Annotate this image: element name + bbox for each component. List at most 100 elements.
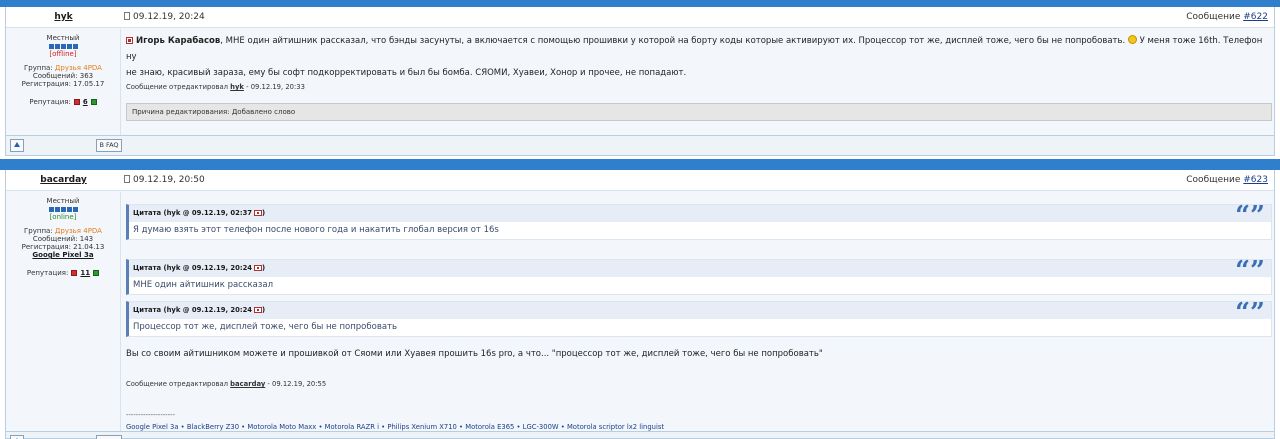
author-messages: Сообщений: 143 — [32, 235, 94, 243]
quote-mark-icon: “” — [1235, 201, 1265, 231]
rep-value[interactable]: 6 — [83, 98, 88, 106]
addressee[interactable]: Игорь Карабасов — [136, 36, 220, 46]
quote-header-text: Цитата (hyk @ 09.12.19, 02:37 — [133, 209, 253, 217]
rank-square-icon — [54, 207, 60, 212]
quote-text: Я думаю взять этот телефон после нового … — [133, 225, 499, 235]
author-name[interactable]: bacarday — [6, 170, 121, 191]
quote-header: Цитата (hyk @ 09.12.19, 20:24) — [129, 302, 1271, 319]
post-date-text: 09.12.19, 20:24 — [133, 12, 205, 22]
rank-square-icon — [66, 207, 72, 212]
author-rank: Местный — [46, 34, 80, 42]
post-number: Сообщение #622 — [1186, 7, 1268, 28]
post-date: 09.12.19, 20:50 — [124, 170, 205, 191]
author-group: Группа: Друзья 4PDA — [6, 64, 120, 72]
edited-by[interactable]: hyk — [230, 83, 244, 91]
quote-block: Цитата (hyk @ 09.12.19, 20:24) МНЕ один … — [126, 256, 1272, 295]
author-sidebar: Местный [online] Группа: Друзья 4PDA Соо… — [6, 192, 121, 431]
edited-prefix: Сообщение отредактировал — [126, 380, 231, 388]
post-623: bacarday 09.12.19, 20:50 Сообщение #623 … — [5, 170, 1275, 432]
rep-plus-icon[interactable] — [90, 99, 97, 105]
quote-header-close: ) — [262, 264, 266, 272]
status-badge: [online] — [49, 213, 77, 221]
rep-minus-icon[interactable] — [73, 99, 80, 105]
smile-icon — [1127, 35, 1137, 44]
quote-block: Цитата (hyk @ 09.12.19, 02:37) Я думаю в… — [126, 201, 1272, 240]
post-header: hyk 09.12.19, 20:24 Сообщение #622 — [6, 7, 1274, 28]
rank-square-icon — [60, 207, 66, 212]
edited-by[interactable]: bacarday — [230, 380, 265, 388]
rank-square-icon — [72, 207, 78, 212]
reputation-label: Репутация: — [29, 98, 71, 106]
rank-square-icon — [60, 44, 66, 49]
reply-text: Вы со своим айтишником можете и прошивко… — [126, 349, 823, 359]
author-name[interactable]: hyk — [6, 7, 121, 28]
edit-reason: Причина редактирования: Добавлено слово — [126, 103, 1272, 121]
post-text: Игорь Карабасов, МНЕ один айтишник расск… — [126, 33, 1270, 81]
document-icon — [124, 175, 130, 183]
quote-header: Цитата (hyk @ 09.12.19, 02:37) — [129, 205, 1271, 222]
author-messages: Сообщений: 363 — [32, 72, 94, 80]
edited-suffix: - 09.12.19, 20:33 — [243, 83, 305, 91]
author-registration: Регистрация: 17.05.17 — [21, 80, 105, 88]
edited-prefix: Сообщение отредактировал — [126, 83, 231, 91]
post-number-label: Сообщение — [1186, 12, 1244, 22]
rank-square-icon — [72, 44, 78, 49]
post-body: Цитата (hyk @ 09.12.19, 02:37) Я думаю в… — [126, 192, 1272, 431]
quote-header-text: Цитата (hyk @ 09.12.19, 20:24 — [133, 264, 253, 272]
faq-button[interactable]: В FAQ — [96, 139, 122, 152]
edited-note: Сообщение отредактировал hyk - 09.12.19,… — [126, 79, 305, 95]
rank-squares — [6, 43, 120, 50]
rep-value[interactable]: 11 — [80, 269, 90, 277]
quote-block: Цитата (hyk @ 09.12.19, 20:24) Процессор… — [126, 298, 1272, 337]
quote-header-close: ) — [262, 306, 266, 314]
scroll-up-button[interactable] — [10, 139, 24, 152]
rep-minus-icon[interactable] — [71, 270, 78, 276]
quote-link-icon[interactable] — [254, 210, 263, 216]
post-text-a: , МНЕ один айтишник рассказал, что бэнды… — [220, 36, 1126, 46]
author-group: Группа: Друзья 4PDA — [6, 227, 120, 235]
rank-squares — [6, 206, 120, 213]
post-number-link[interactable]: #623 — [1243, 175, 1268, 185]
post-header: bacarday 09.12.19, 20:50 Сообщение #623 — [6, 170, 1274, 191]
quote-header: Цитата (hyk @ 09.12.19, 20:24) — [129, 260, 1271, 277]
post-number-link[interactable]: #622 — [1243, 12, 1268, 22]
author-sidebar: Местный [offline] Группа: Друзья 4PDA Со… — [6, 29, 121, 135]
rank-square-icon — [48, 44, 54, 49]
quote-link-icon[interactable] — [254, 265, 263, 271]
quote-text: Процессор тот же, дисплей тоже, чего бы … — [133, 322, 398, 332]
rank-square-icon — [66, 44, 72, 49]
post-separator — [0, 159, 1280, 170]
quote-mark-icon: “” — [1235, 298, 1265, 328]
post-actions: В FAQ — [5, 136, 1275, 156]
post-body: Игорь Карабасов, МНЕ один айтишник расск… — [126, 29, 1272, 135]
quote-header-text: Цитата (hyk @ 09.12.19, 20:24 — [133, 306, 253, 314]
reply-to-icon[interactable] — [126, 37, 133, 44]
rep-plus-icon[interactable] — [93, 270, 100, 276]
reputation: Репутация: 6 — [6, 98, 120, 106]
author-rank: Местный — [46, 197, 80, 205]
reputation: Репутация: 11 — [6, 269, 120, 277]
post-text-c: не знаю, красивый зараза, ему бы софт по… — [126, 68, 687, 78]
reputation-label: Репутация: — [26, 269, 69, 277]
group-value: Друзья 4PDA — [54, 64, 102, 72]
group-label: Группа: — [24, 64, 55, 72]
post-date: 09.12.19, 20:24 — [124, 7, 205, 28]
top-bar — [0, 0, 1280, 7]
post-number-label: Сообщение — [1186, 175, 1244, 185]
post-622: hyk 09.12.19, 20:24 Сообщение #622 Местн… — [5, 7, 1275, 136]
edited-note: Сообщение отредактировал bacarday - 09.1… — [126, 376, 326, 392]
post-date-text: 09.12.19, 20:50 — [133, 175, 205, 185]
quote-link-icon[interactable] — [254, 307, 263, 313]
quote-text: МНЕ один айтишник рассказал — [133, 280, 274, 290]
group-label: Группа: — [24, 227, 55, 235]
rank-square-icon — [48, 207, 54, 212]
faq-button[interactable] — [96, 435, 122, 439]
post-number: Сообщение #623 — [1186, 170, 1268, 191]
edited-suffix: - 09.12.19, 20:55 — [265, 380, 327, 388]
author-device[interactable]: Google Pixel 3a — [6, 251, 120, 259]
group-value: Друзья 4PDA — [54, 227, 102, 235]
scroll-up-button[interactable] — [10, 435, 24, 439]
document-icon — [124, 12, 130, 20]
quote-header-close: ) — [262, 209, 266, 217]
quote-mark-icon: “” — [1235, 256, 1265, 286]
